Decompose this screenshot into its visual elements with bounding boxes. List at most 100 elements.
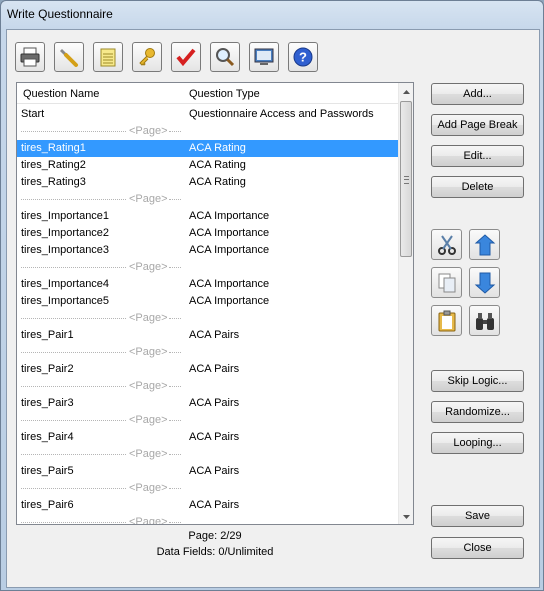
looping-button[interactable]: Looping... [431,432,524,454]
move-down-button[interactable] [469,267,500,298]
move-up-button[interactable] [469,229,500,260]
page-break-row[interactable]: <Page> [17,310,398,327]
page-break-row[interactable]: <Page> [17,344,398,361]
question-row[interactable]: tires_Importance5 ACA Importance [17,293,398,310]
question-name-cell: tires_Pair5 [21,465,74,477]
question-type-cell: ACA Pairs [189,499,240,511]
page-break-label: <Page> [129,125,168,137]
wrench-icon [60,49,78,67]
close-button-label: Close [463,542,492,554]
settings-button[interactable] [54,42,84,72]
question-name-cell: tires_Importance5 [21,295,110,307]
copy-icon [438,273,455,292]
delete-button-label: Delete [461,181,494,193]
question-row[interactable]: tires_Rating3 ACA Rating [17,174,398,191]
question-row[interactable]: tires_Importance4 ACA Importance [17,276,398,293]
notes-button[interactable] [93,42,123,72]
add-button[interactable]: Add... [431,83,524,105]
scrollbar-thumb[interactable] [400,101,412,257]
question-row[interactable]: Start Questionnaire Access and Passwords [17,106,398,123]
question-row[interactable]: tires_Pair3 ACA Pairs [17,395,398,412]
list-rows: Start Questionnaire Access and Passwords <… [17,106,398,524]
question-type-cell: ACA Pairs [189,363,240,375]
question-row[interactable]: tires_Pair6 ACA Pairs [17,497,398,514]
paste-button[interactable] [431,305,462,336]
vertical-scrollbar[interactable] [398,83,413,524]
question-name-cell: Start [21,108,45,120]
page-break-row[interactable]: <Page> [17,412,398,429]
page-break-line [21,386,126,387]
page-break-row[interactable]: <Page> [17,191,398,208]
page-break-line [169,522,181,523]
scroll-down-arrow-icon[interactable] [399,509,413,524]
arrow-down-icon [474,272,495,294]
clipboard-icon [438,310,455,331]
question-type-cell: ACA Pairs [189,431,240,443]
question-row[interactable]: tires_Importance1 ACA Importance [17,208,398,225]
question-row[interactable]: tires_Importance2 ACA Importance [17,225,398,242]
page-break-row[interactable]: <Page> [17,514,398,524]
question-type-cell: ACA Rating [189,176,246,188]
skip-logic-label: Skip Logic... [447,375,508,387]
page-break-row[interactable]: <Page> [17,123,398,140]
page-break-line [169,352,181,353]
page-break-label: <Page> [129,312,168,324]
question-row[interactable]: tires_Importance3 ACA Importance [17,242,398,259]
add-button-label: Add... [463,88,492,100]
help-button[interactable]: ? [288,42,318,72]
question-row[interactable]: tires_Rating1 ACA Rating [17,140,398,157]
randomize-button[interactable]: Randomize... [431,401,524,423]
page-break-line [169,420,181,421]
page-break-row[interactable]: <Page> [17,480,398,497]
page-break-line [21,488,126,489]
edit-button[interactable]: Edit... [431,145,524,167]
passwords-button[interactable] [132,42,162,72]
skip-logic-button[interactable]: Skip Logic... [431,370,524,392]
page-break-row[interactable]: <Page> [17,446,398,463]
svg-text:?: ? [299,50,307,65]
page-break-line [169,318,181,319]
print-button[interactable] [15,42,45,72]
column-header-question-name[interactable]: Question Name [23,88,99,100]
question-row[interactable]: tires_Pair2 ACA Pairs [17,361,398,378]
question-name-cell: tires_Pair6 [21,499,74,511]
question-type-cell: ACA Pairs [189,329,240,341]
question-name-cell: tires_Importance4 [21,278,110,290]
page-break-line [169,488,181,489]
test-screen-icon [254,48,274,65]
page-break-line [21,199,126,200]
find-button[interactable] [469,305,500,336]
question-type-cell: ACA Pairs [189,397,240,409]
page-break-line [21,352,126,353]
question-name-cell: tires_Pair3 [21,397,74,409]
question-row[interactable]: tires_Rating2 ACA Rating [17,157,398,174]
printer-icon [20,47,40,67]
question-row[interactable]: tires_Pair4 ACA Pairs [17,429,398,446]
question-name-cell: tires_Pair2 [21,363,74,375]
question-name-cell: tires_Rating1 [21,142,86,154]
save-button[interactable]: Save [431,505,524,527]
test-button[interactable] [249,42,279,72]
question-row[interactable]: tires_Pair5 ACA Pairs [17,463,398,480]
search-button[interactable] [210,42,240,72]
scroll-up-arrow-icon[interactable] [399,84,413,99]
save-button-label: Save [464,510,491,522]
question-list[interactable]: Question Name Question Type Start Questio… [16,82,414,525]
page-break-label: <Page> [129,414,168,426]
column-header-question-type[interactable]: Question Type [189,88,260,100]
list-header: Question Name Question Type [17,83,398,104]
question-type-cell: Questionnaire Access and Passwords [189,108,374,120]
page-break-line [21,420,126,421]
page-break-line [21,522,126,523]
question-type-cell: ACA Pairs [189,465,240,477]
add-page-break-button[interactable]: Add Page Break [431,114,524,136]
check-button[interactable] [171,42,201,72]
cut-button[interactable] [431,229,462,260]
page-break-row[interactable]: <Page> [17,378,398,395]
close-button[interactable]: Close [431,537,524,559]
question-row[interactable]: tires_Pair1 ACA Pairs [17,327,398,344]
question-type-cell: ACA Importance [189,278,270,290]
copy-button[interactable] [431,267,462,298]
page-break-row[interactable]: <Page> [17,259,398,276]
delete-button[interactable]: Delete [431,176,524,198]
